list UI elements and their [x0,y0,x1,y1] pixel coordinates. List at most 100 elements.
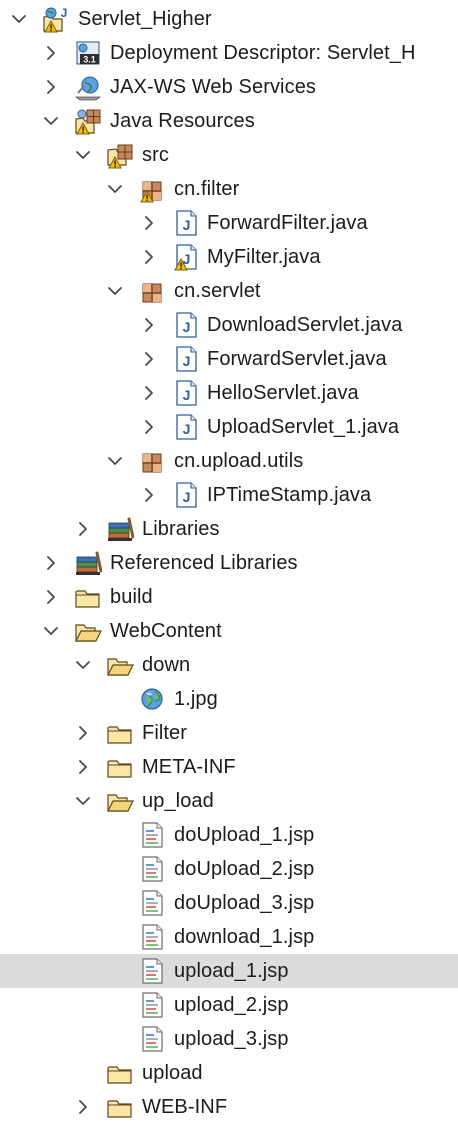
svg-text:J: J [183,217,191,233]
java-file-icon: J [172,209,200,237]
tree-item-label: DownloadServlet.java [207,314,403,336]
tree-item-java-resources[interactable]: Java Resources [0,104,458,138]
tree-item-label: download_1.jsp [174,926,315,948]
tree-item-filter[interactable]: Filter [0,716,458,750]
tree-item-libraries[interactable]: Libraries [0,512,458,546]
chevron-down-icon[interactable] [104,450,126,472]
tree-item-doupload-1-jsp[interactable]: doUpload_1.jsp [0,818,458,852]
chevron-right-icon[interactable] [40,586,62,608]
chevron-down-icon[interactable] [40,620,62,642]
tree-item-label: Filter [142,722,188,744]
chevron-down-icon[interactable] [72,654,94,676]
tree-item-upload-1-jsp[interactable]: upload_1.jsp [0,954,458,988]
chevron-down-icon[interactable] [8,8,30,30]
chevron-right-icon[interactable] [40,76,62,98]
chevron-down-icon[interactable] [40,110,62,132]
tree-item-up-load[interactable]: up_load [0,784,458,818]
package-icon [138,277,166,305]
tree-item-label: cn.servlet [174,280,261,302]
chevron-right-icon[interactable] [72,518,94,540]
chevron-right-icon[interactable] [138,212,160,234]
tree-item-down[interactable]: down [0,648,458,682]
tree-item-label: Libraries [142,518,220,540]
svg-text:3.1: 3.1 [83,55,96,65]
chevron-right-icon[interactable] [138,246,160,268]
chevron-right-icon[interactable] [72,756,94,778]
tree-item-upload-3-jsp[interactable]: upload_3.jsp [0,1022,458,1056]
svg-text:J: J [183,353,191,369]
chevron-right-icon[interactable] [138,348,160,370]
tree-item-1-jpg[interactable]: 1.jpg [0,682,458,716]
package-icon [138,175,166,203]
tree-item-label: UploadServlet_1.java [207,416,400,438]
tree-item-forwardservlet-java[interactable]: J ForwardServlet.java [0,342,458,376]
tree-item-download-1-jsp[interactable]: download_1.jsp [0,920,458,954]
tree-item-build[interactable]: build [0,580,458,614]
chevron-right-icon[interactable] [138,314,160,336]
web-services-icon [74,73,102,101]
java-file-icon: J [172,481,200,509]
folder-open-icon [106,651,134,679]
chevron-right-icon[interactable] [138,382,160,404]
java-file-icon: J [172,413,200,441]
tree-item-doupload-3-jsp[interactable]: doUpload_3.jsp [0,886,458,920]
java-file-icon: J [172,243,200,271]
tree-item-label: down [142,654,191,676]
tree-item-label: META-INF [142,756,236,778]
tree-item-forwardfilter-java[interactable]: J ForwardFilter.java [0,206,458,240]
chevron-right-icon[interactable] [138,484,160,506]
tree-item-jax-ws-web-services[interactable]: JAX-WS Web Services [0,70,458,104]
tree-item-label: upload_2.jsp [174,994,289,1016]
deployment-descriptor-icon: 3.1 [74,39,102,67]
tree-item-label: doUpload_2.jsp [174,858,315,880]
tree-item-downloadservlet-java[interactable]: J DownloadServlet.java [0,308,458,342]
tree-item-meta-inf[interactable]: META-INF [0,750,458,784]
image-globe-icon [138,685,166,713]
chevron-right-icon[interactable] [40,552,62,574]
tree-item-iptimestamp-java[interactable]: J IPTimeStamp.java [0,478,458,512]
tree-item-cn-filter[interactable]: cn.filter [0,172,458,206]
tree-item-label: cn.upload.utils [174,450,304,472]
tree-item-upload[interactable]: upload [0,1056,458,1090]
tree-item-web-inf[interactable]: WEB-INF [0,1090,458,1124]
libraries-icon [106,515,134,543]
package-icon [138,447,166,475]
chevron-down-icon[interactable] [72,790,94,812]
source-folder-icon [106,141,134,169]
chevron-down-icon[interactable] [72,144,94,166]
jsp-file-icon [138,923,166,951]
svg-text:J: J [183,319,191,335]
tree-item-label: up_load [142,790,214,812]
tree-item-label: upload_3.jsp [174,1028,289,1050]
tree-item-doupload-2-jsp[interactable]: doUpload_2.jsp [0,852,458,886]
chevron-right-icon[interactable] [138,416,160,438]
tree-item-servlet-higher[interactable]: J Servlet_Higher [0,2,458,36]
tree-item-referenced-libraries[interactable]: Referenced Libraries [0,546,458,580]
tree-item-label: HelloServlet.java [207,382,359,404]
tree-item-webcontent[interactable]: WebContent [0,614,458,648]
chevron-down-icon[interactable] [104,178,126,200]
tree-item-helloservlet-java[interactable]: J HelloServlet.java [0,376,458,410]
tree-item-cn-servlet[interactable]: cn.servlet [0,274,458,308]
tree-item-myfilter-java[interactable]: J MyFilter.java [0,240,458,274]
tree-item-src[interactable]: src [0,138,458,172]
folder-open-icon [106,787,134,815]
tree-item-label: WEB-INF [142,1096,228,1118]
tree-item-label: MyFilter.java [207,246,321,268]
folder-icon [106,719,134,747]
java-resources-icon [74,107,102,135]
tree-item-label: ForwardServlet.java [207,348,387,370]
chevron-right-icon[interactable] [40,42,62,64]
chevron-right-icon[interactable] [72,722,94,744]
tree-item-deployment-descriptor-servlet-h[interactable]: 3.1 Deployment Descriptor: Servlet_H [0,36,458,70]
tree-item-label: Servlet_Higher [78,8,212,30]
tree-item-uploadservlet-1-java[interactable]: J UploadServlet_1.java [0,410,458,444]
chevron-down-icon[interactable] [104,280,126,302]
tree-item-label: src [142,144,169,166]
svg-text:J: J [183,387,191,403]
tree-item-cn-upload-utils[interactable]: cn.upload.utils [0,444,458,478]
chevron-right-icon[interactable] [72,1096,94,1118]
tree-item-upload-2-jsp[interactable]: upload_2.jsp [0,988,458,1022]
svg-text:J: J [61,6,68,20]
tree-item-label: doUpload_1.jsp [174,824,315,846]
